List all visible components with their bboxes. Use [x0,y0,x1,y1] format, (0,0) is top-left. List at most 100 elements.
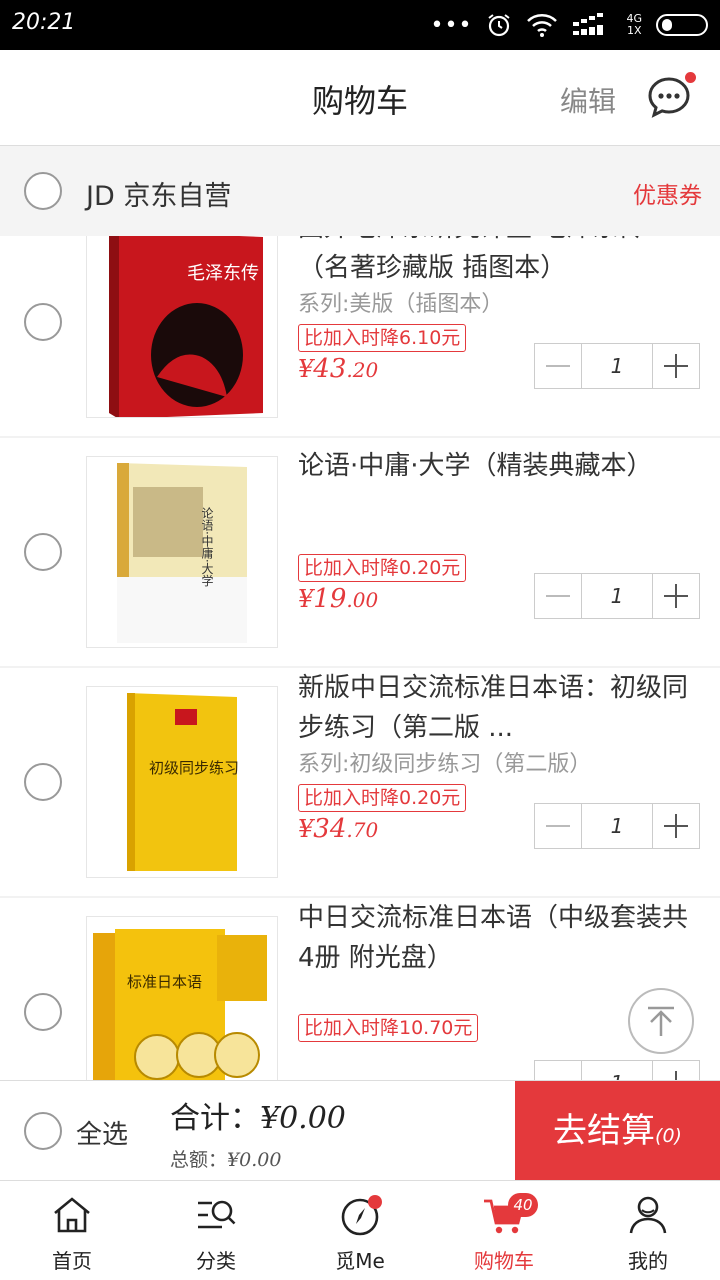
total-label: 合计： [170,1101,260,1136]
tab-home[interactable]: 首页 [0,1181,144,1280]
minus-icon[interactable] [535,1061,581,1080]
cart-item: 论语·中庸·大学 论语·中庸·大学（精装典藏本） 比加入时降0.20元 ¥19.… [0,438,720,666]
book-cover-yellow: 初级同步练习 [87,687,277,877]
product-series: 系列:初级同步练习（第二版） [298,752,592,777]
checkout-button[interactable]: 去结算(0) [515,1081,720,1181]
product-title[interactable]: 中日交流标准日本语（中级套装共4册 附光盘） [298,898,688,978]
cart-item: 初级同步练习 新版中日交流标准日本语：初级同步练习（第二版 ... 系列:初级同… [0,668,720,896]
currency-symbol: ¥ [298,585,314,613]
header: 购物车 编辑 [0,50,720,146]
product-series: 系列:美版（插图本） [298,292,504,317]
item-select-radio[interactable] [24,533,62,571]
price-decimal: .00 [346,588,379,612]
quantity-value[interactable]: 1 [581,344,653,388]
product-title[interactable]: 国外毛泽东研究译丛·毛泽东传（名著珍藏版 插图本） [298,236,688,288]
tab-mine-label: 我的 [628,1249,668,1273]
status-icons: ••• 4G 1X [431,8,708,42]
status-bar: 20:21 ••• 4G 1X [0,0,720,50]
tab-bar: 首页 分类 觅Me 40 购物车 我的 [0,1180,720,1280]
price-decimal: .20 [346,358,379,382]
tab-cart-label: 购物车 [474,1249,534,1273]
product-image[interactable]: 论语·中庸·大学 [86,456,278,648]
product-image[interactable]: 标准日本语 [86,916,278,1080]
notification-dot [368,1195,382,1209]
quantity-value[interactable]: 1 [581,574,653,618]
back-to-top-button[interactable] [628,988,694,1054]
plus-icon[interactable] [653,804,699,848]
sum-label: 总额： [170,1149,228,1171]
product-price: ¥34.70 [298,814,378,844]
plus-icon[interactable] [653,1061,699,1080]
price-drop-badge: 比加入时降10.70元 [298,1014,479,1042]
tab-mine[interactable]: 我的 [576,1181,720,1280]
shop-name: JD 京东自营 [86,181,232,212]
network-bottom: 1X [626,24,642,37]
checkout-label: 去结算 [553,1111,656,1151]
network-type: 4G 1X [626,13,642,37]
plus-icon[interactable] [653,344,699,388]
book-cover-classics: 论语·中庸·大学 [87,457,277,647]
coupon-button[interactable]: 优惠券 [633,176,702,210]
product-title[interactable]: 论语·中庸·大学（精装典藏本） [298,446,688,486]
cover-title: 初级同步练习 [149,759,239,777]
notification-dot [685,72,696,83]
quantity-value[interactable]: 1 [581,1061,653,1080]
product-title[interactable]: 新版中日交流标准日本语：初级同步练习（第二版 ... [298,668,688,748]
item-select-radio[interactable] [24,993,62,1031]
tab-discover-label: 觅Me [335,1249,385,1273]
arrow-up-icon [648,1006,674,1036]
price-integer: 34 [313,814,347,844]
checkout-count: (0) [655,1125,682,1147]
product-image[interactable]: 毛泽东传 [86,236,278,418]
item-select-radio[interactable] [24,763,62,801]
edit-button[interactable]: 编辑 [560,80,616,120]
price-drop-badge: 比加入时降0.20元 [298,784,467,812]
product-price: ¥43.20 [298,354,378,384]
select-all-radio[interactable] [24,1112,62,1150]
tab-home-label: 首页 [52,1249,92,1273]
select-all-label[interactable]: 全选 [76,1114,128,1151]
quantity-stepper: 1 [534,803,700,849]
minus-icon[interactable] [535,804,581,848]
cart-item: 毛泽东传 国外毛泽东研究译丛·毛泽东传（名著珍藏版 插图本） 系列:美版（插图本… [0,236,720,436]
cover-title: 论语·中庸·大学 [200,507,214,587]
signal-icon [573,13,604,35]
category-search-icon [198,1200,236,1229]
total-row: 合计：¥0.00 [170,1093,346,1137]
message-button[interactable] [646,72,696,122]
tab-category-label: 分类 [196,1249,236,1273]
shop-row: JD 京东自营 优惠券 [0,146,720,236]
price-decimal: .70 [346,818,379,842]
quantity-value[interactable]: 1 [581,804,653,848]
plus-icon[interactable] [653,574,699,618]
tab-category[interactable]: 分类 [144,1181,288,1280]
book-cover-red: 毛泽东传 [87,236,277,417]
product-image[interactable]: 初级同步练习 [86,686,278,878]
item-select-radio[interactable] [24,303,62,341]
price-integer: 43 [313,354,347,384]
currency-symbol: ¥ [298,815,314,843]
book-cover-set: 标准日本语 [87,917,277,1080]
wifi-icon [527,14,558,37]
cover-title: 毛泽东传 [187,263,259,284]
more-dots-icon: ••• [430,12,473,38]
quantity-stepper: 1 [534,573,700,619]
shop-select-radio[interactable] [24,172,62,210]
minus-icon[interactable] [535,574,581,618]
quantity-stepper: 1 [534,343,700,389]
tab-cart[interactable]: 40 购物车 [432,1181,576,1280]
total-value: ¥0.00 [260,1101,346,1136]
status-time: 20:21 [12,10,76,35]
user-icon [629,1196,667,1234]
price-integer: 19 [313,584,347,614]
cart-list[interactable]: 毛泽东传 国外毛泽东研究译丛·毛泽东传（名著珍藏版 插图本） 系列:美版（插图本… [0,236,720,1080]
checkout-bar: 全选 合计：¥0.00 总额： ¥0.00 去结算(0) [0,1080,720,1181]
home-icon [54,1197,90,1233]
alarm-icon [488,14,511,37]
quantity-stepper: 1 [534,1060,700,1080]
tab-discover[interactable]: 觅Me [288,1181,432,1280]
minus-icon[interactable] [535,344,581,388]
cart-count-badge: 40 [508,1193,538,1217]
battery-icon [656,14,708,36]
currency-symbol: ¥ [298,355,314,383]
